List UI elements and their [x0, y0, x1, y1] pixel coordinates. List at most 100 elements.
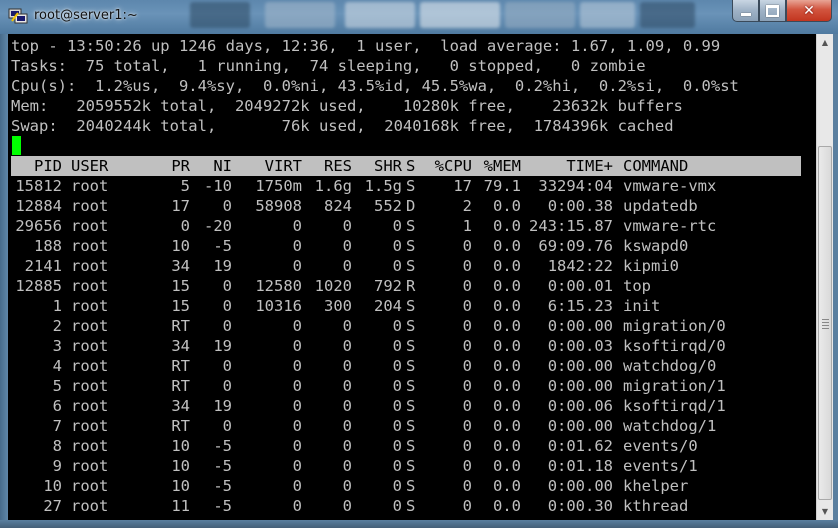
col-s: S: [406, 497, 416, 515]
col-s: R: [406, 277, 416, 295]
table-row: 6 root 34 19 0 0 0 S 0 0.0 0:00.06 ksoftirqd/1: [11, 396, 801, 416]
col-user: root: [71, 277, 109, 295]
col-s: S: [406, 377, 416, 395]
col-pid: 1: [52, 297, 62, 315]
col-mem: 79.1: [483, 177, 521, 195]
col-virt: 0: [292, 477, 302, 495]
col-s: S: [406, 417, 416, 435]
table-row: 10 root 10 -5 0 0 0 S 0 0.0 0:00.00 khelper: [11, 476, 801, 496]
col-s: S: [406, 477, 416, 495]
col-ni: 0: [222, 417, 232, 435]
terminal-cursor: [12, 136, 21, 155]
col-shr: 0: [392, 257, 402, 275]
swap-line: Swap: 2040244k total, 76k used, 2040168k…: [11, 117, 674, 135]
col-pr-header: PR: [171, 157, 190, 175]
col-res: 0: [342, 397, 352, 415]
col-ni: -20: [204, 217, 232, 235]
col-time: 243:15.87: [529, 217, 614, 235]
close-button[interactable]: ✕: [786, 0, 832, 22]
col-mem: 0.0: [493, 317, 521, 335]
col-shr: 1.5g: [364, 177, 402, 195]
col-user: root: [71, 377, 109, 395]
col-time: 1842:22: [547, 257, 614, 275]
terminal-screen[interactable]: top - 13:50:26 up 1246 days, 12:36, 1 us…: [8, 34, 816, 520]
table-row: 5 root RT 0 0 0 0 S 0 0.0 0:00.00 migration/1: [11, 376, 801, 396]
col-s: S: [406, 357, 416, 375]
col-time: 33294:04: [538, 177, 614, 195]
col-pid: 27: [43, 497, 62, 515]
col-shr: 0: [392, 337, 402, 355]
col-pid: 6: [52, 397, 62, 415]
col-res: 0: [342, 317, 352, 335]
col-res: 1020: [314, 277, 352, 295]
col-ni: 0: [222, 197, 232, 215]
col-s: S: [406, 397, 416, 415]
col-command: kthread: [623, 497, 689, 515]
col-pr: 17: [171, 197, 190, 215]
col-cpu: 0: [462, 477, 472, 495]
table-row: 7 root RT 0 0 0 0 S 0 0.0 0:00.00 watchdog/1: [11, 416, 801, 436]
vertical-scrollbar[interactable]: ▲ ▼: [816, 34, 833, 520]
col-time: 0:00.30: [547, 497, 614, 515]
tasks-line: Tasks: 75 total, 1 running, 74 sleeping,…: [11, 57, 646, 75]
col-mem: 0.0: [493, 257, 521, 275]
table-row: 12885 root 15 0 12580 1020 792 R 0 0.0 0:00.01 top: [11, 276, 801, 296]
col-mem: 0.0: [493, 377, 521, 395]
col-mem: 0.0: [493, 477, 521, 495]
col-pr: 10: [171, 477, 190, 495]
col-s: S: [406, 237, 416, 255]
col-shr: 0: [392, 317, 402, 335]
col-cpu: 0: [462, 417, 472, 435]
col-command: vmware-rtc: [623, 217, 717, 235]
col-pid: 15812: [15, 177, 63, 195]
window-frame-left: [0, 34, 8, 520]
col-res: 0: [342, 477, 352, 495]
table-row: 8 root 10 -5 0 0 0 S 0 0.0 0:01.62 events/0: [11, 436, 801, 456]
col-user: root: [71, 337, 109, 355]
col-command: migration/0: [623, 317, 726, 335]
col-user: root: [71, 297, 109, 315]
col-shr: 204: [374, 297, 402, 315]
col-shr: 0: [392, 457, 402, 475]
col-s: S: [406, 437, 416, 455]
col-time: 0:01.62: [547, 437, 614, 455]
col-cpu: 0: [462, 257, 472, 275]
col-user: root: [71, 437, 109, 455]
top-uptime-line: top - 13:50:26 up 1246 days, 12:36, 1 us…: [11, 37, 721, 55]
maximize-button[interactable]: [759, 0, 786, 22]
col-pid: 12885: [15, 277, 63, 295]
scroll-up-button[interactable]: ▲: [817, 34, 833, 51]
putty-icon[interactable]: [8, 7, 28, 25]
scrollbar-thumb[interactable]: [818, 146, 832, 500]
col-cpu: 0: [462, 237, 472, 255]
col-pr: 11: [171, 497, 190, 515]
col-command: kipmi0: [623, 257, 679, 275]
scroll-down-button[interactable]: ▼: [817, 503, 833, 520]
minimize-button[interactable]: [732, 0, 759, 22]
col-user: root: [71, 397, 109, 415]
col-virt: 0: [292, 417, 302, 435]
col-time: 0:00.00: [547, 377, 614, 395]
col-res: 0: [342, 237, 352, 255]
col-s: D: [406, 197, 416, 215]
table-row: 29656 root 0 -20 0 0 0 S 1 0.0 243:15.87 vmware-rtc: [11, 216, 801, 236]
col-pr: 10: [171, 437, 190, 455]
col-virt: 0: [292, 337, 302, 355]
title-bar[interactable]: root@server1:~ ✕: [0, 0, 838, 34]
col-virt: 10316: [255, 297, 303, 315]
col-s: S: [406, 257, 416, 275]
col-command: events/1: [623, 457, 698, 475]
col-pr: 10: [171, 457, 190, 475]
col-cpu-header: %CPU: [434, 157, 472, 175]
col-virt: 0: [292, 217, 302, 235]
col-res: 0: [342, 457, 352, 475]
col-res: 0: [342, 217, 352, 235]
col-cpu: 0: [462, 497, 472, 515]
col-virt: 12580: [255, 277, 303, 295]
maximize-icon: [766, 4, 779, 17]
col-command: updatedb: [623, 197, 698, 215]
col-mem: 0.0: [493, 197, 521, 215]
col-mem: 0.0: [493, 397, 521, 415]
col-cpu: 0: [462, 297, 472, 315]
col-pid: 3: [52, 337, 62, 355]
